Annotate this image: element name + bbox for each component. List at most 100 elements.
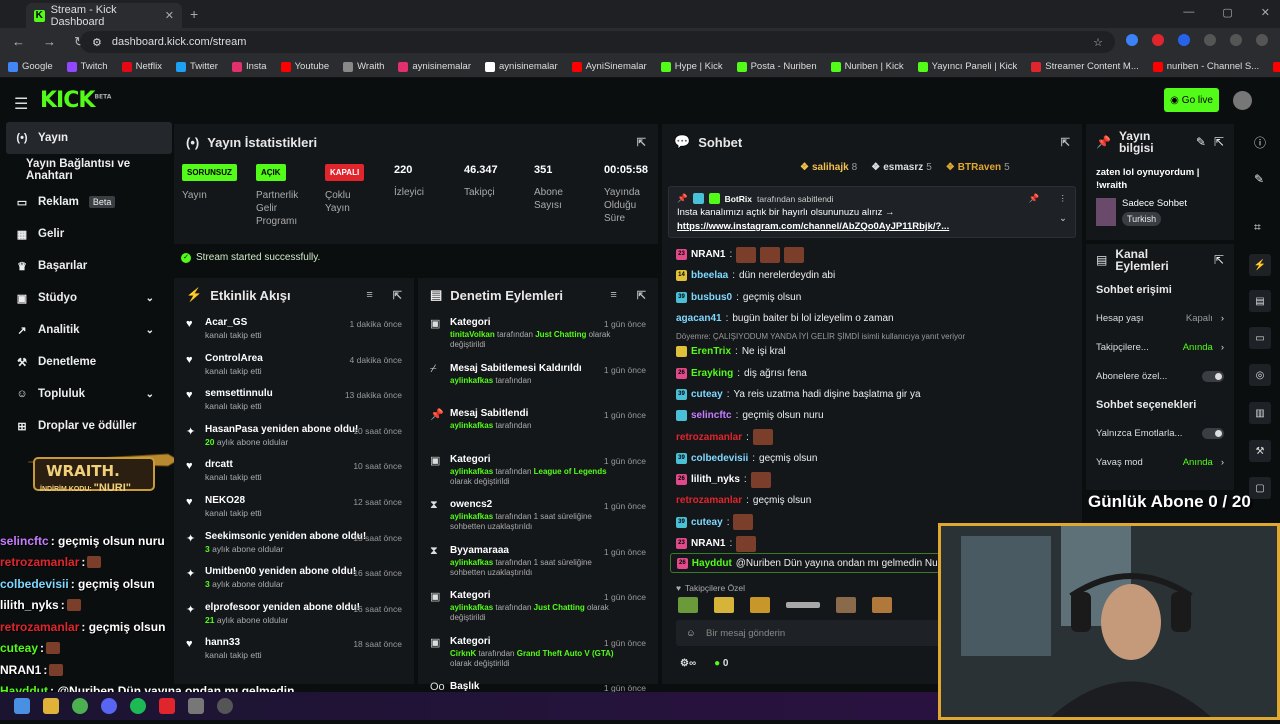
- bookmark-item[interactable]: nuriben - Channel S...: [1152, 61, 1259, 72]
- chat-username[interactable]: selincftc: [691, 410, 732, 421]
- chat-username[interactable]: ErenTrix: [691, 346, 731, 357]
- popout-icon[interactable]: ⇱: [1061, 136, 1070, 149]
- forward-icon[interactable]: →: [43, 34, 56, 50]
- obs-icon[interactable]: [217, 698, 233, 714]
- windows-icon[interactable]: [14, 698, 30, 714]
- tab-close-icon[interactable]: ✕: [165, 9, 174, 22]
- moderator-name[interactable]: aylinkafkas: [450, 603, 493, 612]
- chat-message[interactable]: 14 bbeelaa: dün nerelerdeydin abi: [662, 265, 1082, 286]
- moderator-name[interactable]: tinitaVolkan: [450, 330, 495, 339]
- settings-icon[interactable]: ⚙∞: [680, 658, 696, 669]
- chat-username[interactable]: cuteay: [691, 389, 723, 400]
- activity-item[interactable]: ♥ drcatt kanalı takip etti 10 saat önce: [174, 454, 414, 490]
- close-window-icon[interactable]: ✕: [1261, 6, 1270, 19]
- bookmark-item[interactable]: Posta - Nuriben: [736, 61, 817, 72]
- chevron-down-icon[interactable]: ⌄: [1059, 213, 1067, 224]
- chat-username[interactable]: NRAN1: [691, 538, 725, 549]
- file-explorer-icon[interactable]: [43, 698, 59, 714]
- setting-row[interactable]: Hesap yaşı Kapalı ›: [1086, 304, 1234, 333]
- setting-row[interactable]: Yavaş mod Anında ›: [1086, 448, 1234, 477]
- emote-icon[interactable]: [836, 597, 856, 613]
- kick-logo[interactable]: KICKBETA: [40, 88, 111, 113]
- chat-message[interactable]: 26 lilith_nyks:: [662, 469, 1082, 490]
- hamburger-menu-icon[interactable]: ☰: [14, 94, 28, 114]
- chat-username[interactable]: lilith_nyks: [691, 474, 740, 485]
- bookmark-item[interactable]: Twitch: [66, 61, 108, 72]
- emote-icon[interactable]: [786, 602, 820, 608]
- edit-icon[interactable]: ✎: [1196, 135, 1206, 149]
- back-icon[interactable]: ←: [12, 34, 25, 50]
- maximize-icon[interactable]: ▢: [1222, 6, 1232, 19]
- highlighted-message[interactable]: 26 Hayddut @Nuriben Dün yayına ondan mı …: [670, 553, 940, 573]
- moderation-icon[interactable]: ⚒: [1249, 440, 1271, 462]
- sidebar-item-revenue[interactable]: ▦ Gelir: [0, 218, 172, 250]
- chat-username[interactable]: retrozamanlar: [676, 432, 742, 443]
- sidebar-item-moderation[interactable]: ⚒ Denetleme: [0, 346, 172, 378]
- chat-message[interactable]: 23 NRAN1:: [662, 244, 1082, 265]
- chat-bubble-icon[interactable]: ▭: [1249, 327, 1271, 349]
- app-icon[interactable]: [188, 698, 204, 714]
- document-icon[interactable]: ▤: [1249, 290, 1271, 312]
- stream-info-icon[interactable]: ▥: [1249, 402, 1271, 424]
- moderator-name[interactable]: aylinkafkas: [450, 421, 493, 430]
- top-gifter[interactable]: ❖ BTRaven 5: [946, 162, 1010, 173]
- extension-icon[interactable]: [1126, 34, 1138, 46]
- crop-icon[interactable]: ⌗: [1254, 220, 1261, 235]
- sidebar-item-analytics[interactable]: ↗ Analitik ⌄: [0, 314, 172, 346]
- chat-input[interactable]: ☺ Bir mesaj gönderin: [676, 620, 976, 646]
- chat-message[interactable]: agacan41: bugün baiter bi lol izleyelim o…: [662, 308, 1082, 329]
- bookmark-item[interactable]: Aynı Sinemalar - Ça...: [1273, 61, 1280, 72]
- chat-username[interactable]: Erayking: [691, 368, 733, 379]
- filter-icon[interactable]: ≡: [610, 289, 616, 301]
- sidebar-item-ads[interactable]: ▭ Reklam Beta: [0, 186, 172, 218]
- chat-message[interactable]: retrozamanlar:: [662, 426, 1082, 447]
- toggle-switch[interactable]: [1202, 371, 1224, 382]
- new-tab-icon[interactable]: +: [190, 6, 198, 22]
- category-name[interactable]: Sadece Sohbet: [1122, 198, 1187, 209]
- unpin-icon[interactable]: 📌: [1029, 193, 1040, 204]
- bookmark-item[interactable]: Netflix: [121, 61, 162, 72]
- setting-row[interactable]: Takipçilere... Anında ›: [1086, 333, 1234, 362]
- extension-icon[interactable]: [1178, 34, 1190, 46]
- menu-dots-icon[interactable]: [1256, 34, 1268, 46]
- app-icon[interactable]: [159, 698, 175, 714]
- popout-icon[interactable]: ⇱: [393, 289, 402, 302]
- address-bar[interactable]: ⚙ dashboard.kick.com/stream ☆: [80, 31, 1115, 53]
- chat-username[interactable]: bbeelaa: [691, 270, 728, 281]
- pinned-link[interactable]: https://www.instagram.com/channel/AbZQo0…: [677, 221, 1067, 232]
- points-display[interactable]: ● 0: [714, 658, 728, 669]
- moderation-item[interactable]: ⧗ Byyamaraaa aylinkafkas tarafından 1 saat…: [418, 540, 658, 586]
- emoji-icon[interactable]: ☺: [686, 628, 696, 639]
- bookmark-item[interactable]: Wraith: [343, 61, 384, 72]
- bookmark-star-icon[interactable]: ☆: [1093, 36, 1103, 49]
- moderation-item[interactable]: ▣ Kategori CirknK tarafından Grand Theft A…: [418, 631, 658, 677]
- chat-message[interactable]: retrozamanlar: geçmiş olsun: [662, 490, 1082, 511]
- top-gifter[interactable]: ❖ esmasrz 5: [871, 162, 932, 173]
- filter-icon[interactable]: ≡: [366, 289, 372, 301]
- bookmark-item[interactable]: Nuriben | Kick: [830, 61, 904, 72]
- setting-row[interactable]: Yalnızca Emotlarla...: [1086, 419, 1234, 448]
- popout-icon[interactable]: ⇱: [1214, 253, 1224, 267]
- chat-username[interactable]: busbus0: [691, 292, 732, 303]
- moderation-item[interactable]: ▣ Kategori aylinkafkas tarafından Just Cha…: [418, 585, 658, 631]
- chat-message[interactable]: 26 Erayking: diş ağrısı fena: [662, 362, 1082, 383]
- browser-tab[interactable]: K Stream - Kick Dashboard ✕: [26, 3, 182, 28]
- activity-item[interactable]: ♥ Acar_GS kanalı takip etti 1 dakika önce: [174, 312, 414, 348]
- bookmark-item[interactable]: Twitter: [175, 61, 218, 72]
- popout-icon[interactable]: ⇱: [1214, 135, 1224, 149]
- pinned-message[interactable]: 📌 BotRix tarafından sabitlendi 📌 ⋮ Insta…: [668, 186, 1076, 238]
- more-options-icon[interactable]: ⋮: [1059, 193, 1068, 204]
- moderator-name[interactable]: aylinkafkas: [450, 558, 493, 567]
- bookmark-item[interactable]: Streamer Content M...: [1031, 61, 1139, 72]
- site-info-icon[interactable]: ⚙: [92, 36, 102, 49]
- sidebar-item-stream[interactable]: (•) Yayın: [6, 122, 172, 154]
- bookmark-item[interactable]: Hype | Kick: [660, 61, 723, 72]
- bookmark-item[interactable]: Insta: [231, 61, 267, 72]
- bookmark-item[interactable]: AyniSinemalar: [571, 61, 647, 72]
- spotify-icon[interactable]: [130, 698, 146, 714]
- activity-item[interactable]: ♥ NEKO28 kanalı takip etti 12 saat önce: [174, 490, 414, 526]
- activity-item[interactable]: ♥ semsettinnulu kanalı takip etti 13 dakika…: [174, 383, 414, 419]
- moderation-item[interactable]: ▣ Kategori aylinkafkas tarafından League o…: [418, 449, 658, 495]
- emote-icon[interactable]: [750, 597, 770, 613]
- emote-icon[interactable]: [678, 597, 698, 613]
